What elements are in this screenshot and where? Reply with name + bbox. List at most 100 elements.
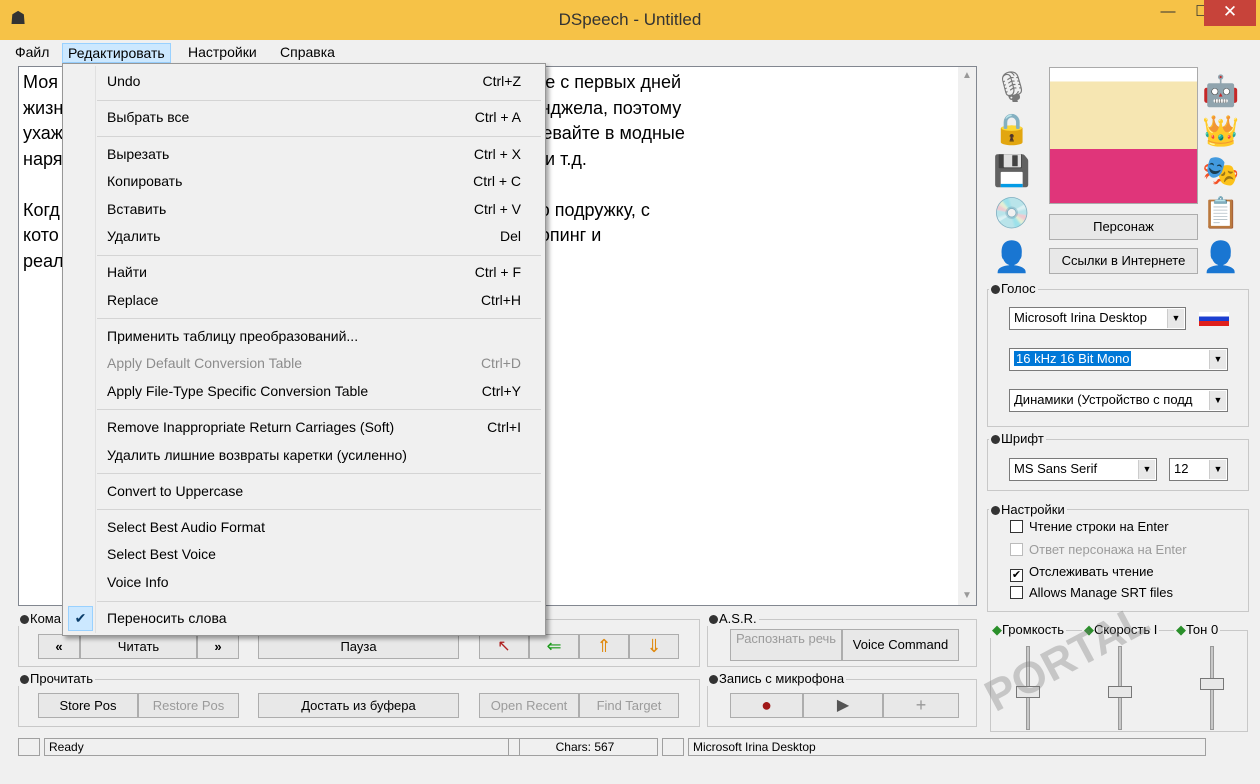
voice-status-text: Microsoft Irina Desktop <box>688 738 1206 756</box>
menu-separator <box>97 255 541 256</box>
checkmark-icon: ✔ <box>68 606 93 631</box>
next-button[interactable]: » <box>197 634 239 659</box>
edit-menu-dropdown: Undo Ctrl+Z Выбрать все Ctrl + A Вырезать C… <box>62 63 546 636</box>
menu-separator <box>97 601 541 602</box>
menu-item-word-wrap[interactable]: ✔ Переносить слова <box>65 605 543 632</box>
settings-group-label: Настройки <box>989 502 1067 517</box>
menu-item-remove-return-carriages-strong[interactable]: Удалить лишние возвраты каретки (усиленн… <box>65 442 543 469</box>
group-dot-icon <box>991 285 1000 294</box>
arrow-left-icon[interactable]: ⇐ <box>529 634 579 659</box>
character-thumb-icon[interactable]: 👤 <box>992 238 1032 278</box>
menu-item-replace[interactable]: Replace Ctrl+H <box>65 287 543 314</box>
crown-icon[interactable]: 👑 <box>1201 112 1241 152</box>
menu-separator <box>97 100 541 101</box>
status-indicator-icon <box>18 738 40 756</box>
previous-button[interactable]: « <box>38 634 80 659</box>
mic-group-label: Запись с микрофона <box>707 671 847 686</box>
setting-read-line-enter[interactable]: Чтение строки на Enter <box>1010 519 1169 534</box>
checkbox-icon[interactable] <box>1010 520 1023 533</box>
chevron-down-icon[interactable]: ▼ <box>1209 391 1226 410</box>
chevron-down-icon[interactable]: ▼ <box>1209 350 1226 369</box>
setting-track-reading[interactable]: ✔ Отслеживать чтение <box>1010 564 1154 582</box>
menu-item-apply-filetype-conversion[interactable]: Apply File-Type Specific Conversion Tabl… <box>65 378 543 405</box>
menu-item-select-all[interactable]: Выбрать все Ctrl + A <box>65 104 543 131</box>
character-button[interactable]: Персонаж <box>1049 214 1198 240</box>
clipboard-icon[interactable]: 📋 <box>1201 194 1241 234</box>
menu-bar: Файл Редактировать Настройки Справка <box>8 40 1254 64</box>
restore-pos-button[interactable]: Restore Pos <box>138 693 239 718</box>
from-clipboard-button[interactable]: Достать из буфера <box>258 693 459 718</box>
menu-item-apply-conversion-table[interactable]: Применить таблицу преобразований... <box>65 323 543 350</box>
menu-edit[interactable]: Редактировать <box>62 43 171 63</box>
close-button[interactable]: ✕ <box>1204 0 1256 26</box>
find-target-button[interactable]: Find Target <box>579 693 679 718</box>
read-group-label: Прочитать <box>18 671 96 686</box>
group-dot-icon <box>709 615 718 624</box>
menu-item-delete[interactable]: Удалить Del <box>65 223 543 250</box>
checkbox-icon[interactable] <box>1010 586 1023 599</box>
recognize-speech-button[interactable]: Распознать речь <box>730 629 842 661</box>
pause-button[interactable]: Пауза <box>258 634 459 659</box>
menu-item-apply-default-conversion[interactable]: Apply Default Conversion Table Ctrl+D <box>65 350 543 377</box>
disc-icon[interactable]: 💿 <box>992 194 1032 234</box>
menu-item-copy[interactable]: Копировать Ctrl + C <box>65 168 543 195</box>
robot-icon[interactable]: 🤖 <box>1201 72 1241 112</box>
store-pos-button[interactable]: Store Pos <box>38 693 138 718</box>
checkbox-checked-icon[interactable]: ✔ <box>1010 569 1023 582</box>
menu-separator <box>97 473 541 474</box>
menu-item-remove-return-carriages[interactable]: Remove Inappropriate Return Carriages (S… <box>65 414 543 441</box>
menu-item-undo[interactable]: Undo Ctrl+Z <box>65 68 543 95</box>
status-text: Ready <box>44 738 520 756</box>
lock-icon[interactable]: 🔒 <box>992 110 1032 150</box>
group-dot-icon <box>991 435 1000 444</box>
char-count: Chars: 567 <box>508 738 658 756</box>
group-dot-icon <box>991 506 1000 515</box>
voice-group-label: Голос <box>989 281 1038 296</box>
read-button[interactable]: Читать <box>80 634 197 659</box>
asr-group-label: A.S.R. <box>707 611 759 626</box>
microphone-icon[interactable]: 🎙 <box>992 68 1032 108</box>
audio-format-select[interactable]: 16 kHz 16 Bit Mono ▼ <box>1009 348 1228 371</box>
arrow-down-icon[interactable]: ⇓ <box>629 634 679 659</box>
floppy-disk-icon[interactable]: 💾 <box>992 152 1032 192</box>
menu-help[interactable]: Справка <box>275 43 340 63</box>
font-size-select[interactable]: 12 ▼ <box>1169 458 1228 481</box>
chevron-down-icon[interactable]: ▼ <box>1138 460 1155 479</box>
menu-separator <box>97 509 541 510</box>
add-icon[interactable]: + <box>883 693 959 718</box>
open-recent-button[interactable]: Open Recent <box>479 693 579 718</box>
editor-scrollbar[interactable]: ▲ ▼ <box>958 67 976 605</box>
menu-item-convert-uppercase[interactable]: Convert to Uppercase <box>65 478 543 505</box>
setting-character-reply-enter[interactable]: Ответ персонажа на Enter <box>1010 542 1187 557</box>
internet-links-button[interactable]: Ссылки в Интернете <box>1049 248 1198 274</box>
font-select[interactable]: MS Sans Serif ▼ <box>1009 458 1157 481</box>
character-thumb-2-icon[interactable]: 👤 <box>1201 238 1241 278</box>
play-icon[interactable]: ▶ <box>803 693 883 718</box>
menu-item-cut[interactable]: Вырезать Ctrl + X <box>65 141 543 168</box>
commands-group-label: Кома <box>18 611 63 626</box>
arrow-up-icon[interactable]: ⇑ <box>579 634 629 659</box>
scroll-down-icon[interactable]: ▼ <box>958 587 976 605</box>
menu-file[interactable]: Файл <box>10 43 54 63</box>
voice-command-button[interactable]: Voice Command <box>842 629 959 661</box>
chevron-down-icon[interactable]: ▼ <box>1167 309 1184 328</box>
checkbox-icon[interactable] <box>1010 543 1023 556</box>
menu-item-best-audio-format[interactable]: Select Best Audio Format <box>65 514 543 541</box>
scroll-up-icon[interactable]: ▲ <box>958 67 976 85</box>
menu-settings[interactable]: Настройки <box>183 43 262 63</box>
menu-item-best-voice[interactable]: Select Best Voice <box>65 541 543 568</box>
russian-flag-icon <box>1199 312 1229 326</box>
chevron-down-icon[interactable]: ▼ <box>1209 460 1226 479</box>
voice-status-icon <box>662 738 684 756</box>
character-avatar[interactable] <box>1049 67 1198 204</box>
menu-item-paste[interactable]: Вставить Ctrl + V <box>65 196 543 223</box>
menu-item-find[interactable]: Найти Ctrl + F <box>65 259 543 286</box>
character-gallery-icon[interactable]: 🎭 <box>1201 152 1241 192</box>
audio-device-select[interactable]: Динамики (Устройство с подд ▼ <box>1009 389 1228 412</box>
minimize-button[interactable]: — <box>1151 0 1185 26</box>
arrow-upleft-icon[interactable]: ↖ <box>479 634 529 659</box>
menu-item-voice-info[interactable]: Voice Info <box>65 569 543 596</box>
font-group-label: Шрифт <box>989 431 1046 446</box>
voice-select[interactable]: Microsoft Irina Desktop ▼ <box>1009 307 1186 330</box>
record-icon[interactable]: ● <box>730 693 803 718</box>
